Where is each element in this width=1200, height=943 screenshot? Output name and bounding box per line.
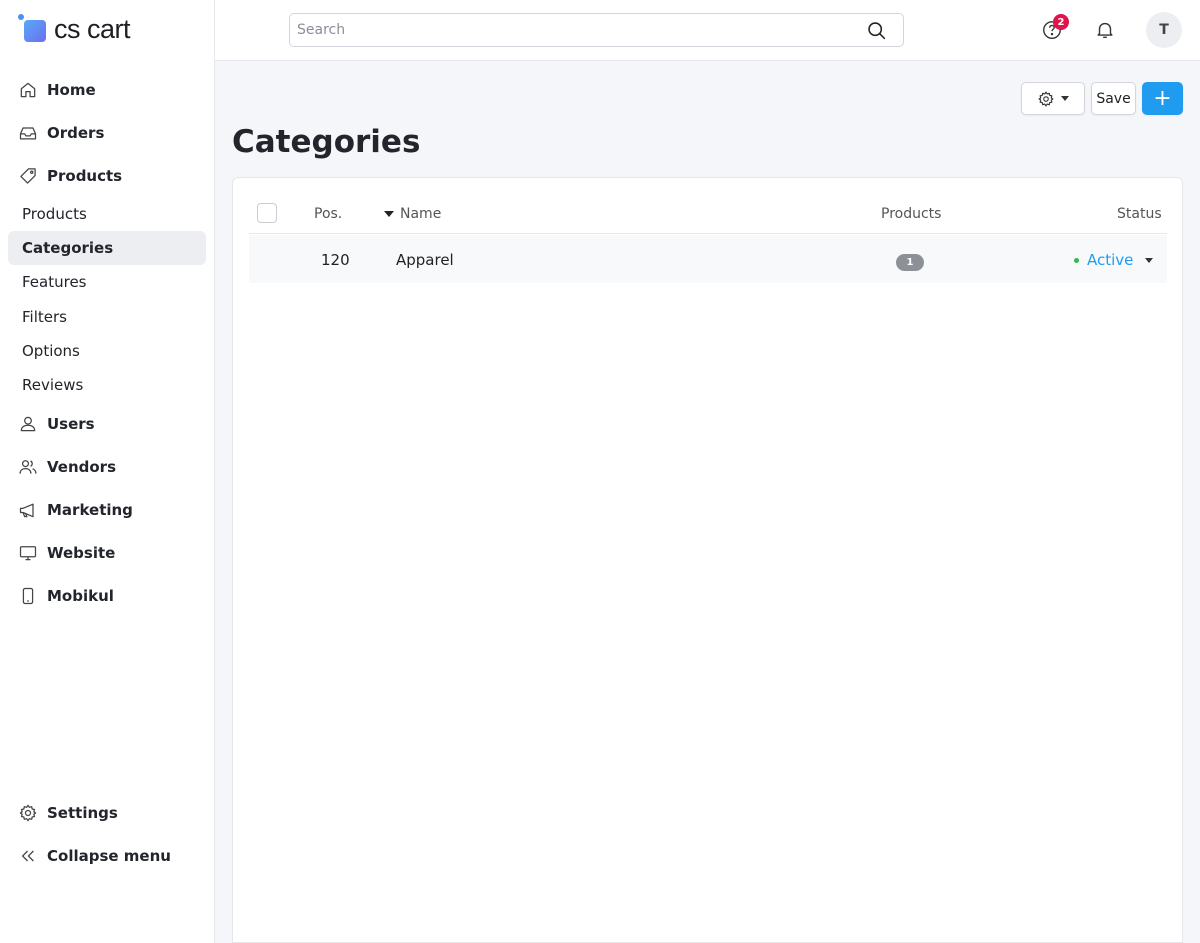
notifications-button[interactable] bbox=[1092, 17, 1118, 43]
sort-caret-icon bbox=[384, 211, 394, 217]
header-status[interactable]: Status bbox=[1117, 206, 1162, 222]
select-all-checkbox[interactable] bbox=[257, 203, 277, 223]
save-button[interactable]: Save bbox=[1091, 82, 1136, 115]
page-title: Categories bbox=[232, 124, 421, 160]
add-category-button[interactable]: + bbox=[1142, 82, 1183, 115]
sidebar-item-home[interactable]: Home bbox=[18, 75, 96, 105]
users-icon bbox=[18, 457, 38, 477]
help-button[interactable]: 2 bbox=[1039, 14, 1069, 43]
sidebar-item-label: Products bbox=[47, 167, 123, 185]
cs-cart-logo-icon bbox=[18, 14, 48, 44]
row-name[interactable]: Apparel bbox=[396, 251, 454, 269]
double-chevron-left-icon bbox=[18, 846, 38, 866]
sidebar-item-users[interactable]: Users bbox=[18, 409, 95, 439]
sidebar-item-label: Website bbox=[47, 544, 116, 562]
status-dot-icon bbox=[1074, 257, 1079, 263]
logo-text: cs cart bbox=[54, 13, 131, 44]
help-badge: 2 bbox=[1053, 14, 1069, 30]
status-dropdown[interactable]: Active bbox=[1074, 251, 1154, 269]
sidebar-item-label: Collapse menu bbox=[47, 847, 171, 865]
sidebar-subitem-categories[interactable]: Categories bbox=[8, 231, 206, 265]
home-icon bbox=[18, 80, 38, 100]
sidebar-item-marketing[interactable]: Marketing bbox=[18, 495, 133, 525]
phone-icon bbox=[18, 586, 38, 606]
sidebar-item-settings[interactable]: Settings bbox=[18, 798, 118, 828]
sidebar-subitem-reviews[interactable]: Reviews bbox=[8, 368, 206, 402]
caret-down-icon bbox=[1145, 257, 1154, 263]
sidebar-item-label: Settings bbox=[47, 804, 118, 822]
sidebar-item-label: Users bbox=[47, 415, 95, 433]
table-header: Pos. Name Products Status bbox=[249, 196, 1167, 234]
sidebar-subitem-features[interactable]: Features bbox=[8, 265, 206, 299]
sidebar-item-products[interactable]: Products bbox=[18, 161, 122, 191]
header-name[interactable]: Name bbox=[384, 206, 441, 222]
settings-dropdown-button[interactable] bbox=[1021, 82, 1085, 115]
table-row[interactable]: 120 Apparel 1 Active bbox=[249, 235, 1167, 283]
sidebar-item-mobikul[interactable]: Mobikul bbox=[18, 581, 114, 611]
sidebar-item-label: Home bbox=[47, 81, 96, 99]
sidebar-subitem-products[interactable]: Products bbox=[8, 197, 206, 231]
header-products[interactable]: Products bbox=[881, 206, 941, 222]
product-count-badge[interactable]: 1 bbox=[896, 254, 924, 271]
search-input[interactable] bbox=[290, 14, 850, 46]
avatar[interactable]: T bbox=[1146, 12, 1182, 48]
gear-icon bbox=[1038, 91, 1054, 106]
caret-down-icon bbox=[1061, 96, 1069, 101]
search-box bbox=[289, 13, 904, 47]
sidebar-item-label: Orders bbox=[47, 124, 105, 142]
sidebar-subitem-filters[interactable]: Filters bbox=[8, 300, 206, 334]
search-icon[interactable] bbox=[866, 20, 887, 41]
logo[interactable]: cs cart bbox=[18, 12, 131, 46]
sidebar-subitem-options[interactable]: Options bbox=[8, 334, 206, 368]
header-name-label: Name bbox=[400, 206, 442, 222]
collapse-menu-button[interactable]: Collapse menu bbox=[18, 841, 171, 871]
tag-icon bbox=[18, 166, 38, 186]
sidebar-item-orders[interactable]: Orders bbox=[18, 118, 104, 148]
bell-icon bbox=[1097, 22, 1113, 39]
topbar: 2 T bbox=[215, 0, 1200, 61]
inbox-icon bbox=[18, 123, 38, 143]
gear-icon bbox=[18, 803, 38, 823]
sidebar: cs cart Home Orders Products Products Ca… bbox=[0, 0, 215, 943]
sidebar-item-vendors[interactable]: Vendors bbox=[18, 452, 116, 482]
header-pos[interactable]: Pos. bbox=[314, 206, 342, 222]
sidebar-item-label: Mobikul bbox=[47, 587, 114, 605]
sidebar-item-label: Vendors bbox=[47, 458, 117, 476]
sidebar-item-label: Marketing bbox=[47, 501, 133, 519]
status-label: Active bbox=[1087, 251, 1134, 269]
row-pos[interactable]: 120 bbox=[321, 251, 350, 269]
user-icon bbox=[18, 414, 38, 434]
monitor-icon bbox=[18, 543, 38, 563]
sidebar-item-website[interactable]: Website bbox=[18, 538, 115, 568]
categories-card: Pos. Name Products Status 120 Apparel 1 … bbox=[232, 177, 1183, 943]
megaphone-icon bbox=[18, 500, 38, 520]
